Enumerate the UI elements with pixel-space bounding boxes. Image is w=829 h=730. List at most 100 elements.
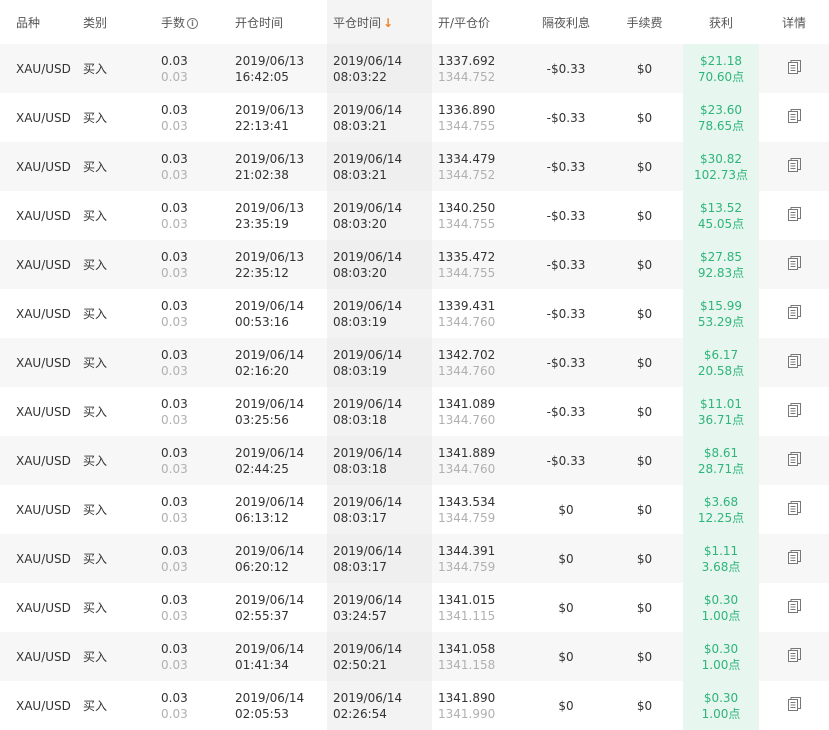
document-icon[interactable]: [787, 550, 801, 564]
header-price[interactable]: 开/平仓价: [432, 0, 526, 44]
details-cell: [759, 338, 829, 387]
profit-points-value: 102.73点: [694, 168, 748, 182]
symbol-value: XAU/USD: [16, 307, 71, 321]
document-icon[interactable]: [787, 697, 801, 711]
document-icon[interactable]: [787, 256, 801, 270]
details-cell: [759, 534, 829, 583]
header-profit[interactable]: 获利: [683, 0, 759, 44]
price-cell: 1343.534 1344.759: [432, 485, 526, 534]
lots-cell: 0.03 0.03: [147, 338, 221, 387]
header-open-time-label: 开仓时间: [235, 16, 284, 30]
profit-cell: $1.11 3.68点: [683, 534, 759, 583]
document-icon[interactable]: [787, 599, 801, 613]
type-value: 买入: [83, 601, 108, 615]
table-row[interactable]: XAU/USD 买入 0.03 0.03 2019/06/13 22:13:41 2…: [0, 93, 829, 142]
document-icon[interactable]: [787, 158, 801, 172]
header-type[interactable]: 类别: [74, 0, 147, 44]
table-row[interactable]: XAU/USD 买入 0.03 0.03 2019/06/14 01:41:34 2…: [0, 632, 829, 681]
close-price-value: 1344.760: [438, 364, 496, 378]
close-time-value: 02:50:21: [333, 658, 387, 672]
swap-value: -$0.33: [546, 62, 586, 76]
type-cell: 买入: [74, 436, 147, 485]
profit-points-value: 1.00点: [701, 658, 741, 672]
open-price-value: 1341.058: [438, 642, 496, 656]
close-time-cell: 2019/06/14 02:50:21: [327, 632, 432, 681]
header-close-time-label: 平仓时间: [333, 16, 382, 30]
document-icon[interactable]: [787, 60, 801, 74]
table-row[interactable]: XAU/USD 买入 0.03 0.03 2019/06/14 02:55:37 2…: [0, 583, 829, 632]
table-row[interactable]: XAU/USD 买入 0.03 0.03 2019/06/14 02:05:53 2…: [0, 681, 829, 730]
open-price-value: 1339.431: [438, 299, 496, 313]
header-fee[interactable]: 手续费: [606, 0, 683, 44]
table-row[interactable]: XAU/USD 买入 0.03 0.03 2019/06/13 22:35:12 2…: [0, 240, 829, 289]
document-icon[interactable]: [787, 109, 801, 123]
profit-value: $21.18: [700, 54, 742, 68]
document-icon[interactable]: [787, 354, 801, 368]
type-value: 买入: [83, 503, 108, 517]
table-row[interactable]: XAU/USD 买入 0.03 0.03 2019/06/14 06:13:12 2…: [0, 485, 829, 534]
header-open-time[interactable]: 开仓时间: [221, 0, 327, 44]
table-row[interactable]: XAU/USD 买入 0.03 0.03 2019/06/14 03:25:56 2…: [0, 387, 829, 436]
fee-cell: $0: [606, 681, 683, 730]
profit-cell: $8.61 28.71点: [683, 436, 759, 485]
type-value: 买入: [83, 552, 108, 566]
header-swap[interactable]: 隔夜利息: [526, 0, 606, 44]
open-time-value: 02:44:25: [235, 462, 289, 476]
lots-open-value: 0.03: [161, 691, 188, 705]
swap-value: $0: [558, 699, 574, 713]
document-icon[interactable]: [787, 452, 801, 466]
lots-cell: 0.03 0.03: [147, 191, 221, 240]
open-date-value: 2019/06/14: [235, 348, 305, 362]
close-price-value: 1344.760: [438, 413, 496, 427]
fee-cell: $0: [606, 240, 683, 289]
trade-history-table: 品种 类别 手数 i 开仓时间 平仓时间 ↓ 开/平仓价 隔夜利息 手续费 获利 详…: [0, 0, 829, 730]
document-icon[interactable]: [787, 305, 801, 319]
open-time-value: 06:20:12: [235, 560, 289, 574]
document-icon[interactable]: [787, 648, 801, 662]
header-symbol[interactable]: 品种: [0, 0, 74, 44]
lots-cell: 0.03 0.03: [147, 142, 221, 191]
open-date-value: 2019/06/14: [235, 299, 305, 313]
price-cell: 1341.889 1344.760: [432, 436, 526, 485]
table-row[interactable]: XAU/USD 买入 0.03 0.03 2019/06/14 02:44:25 2…: [0, 436, 829, 485]
close-time-cell: 2019/06/14 08:03:18: [327, 436, 432, 485]
open-time-value: 22:35:12: [235, 266, 289, 280]
lots-open-value: 0.03: [161, 397, 188, 411]
table-row[interactable]: XAU/USD 买入 0.03 0.03 2019/06/13 16:42:05 2…: [0, 44, 829, 93]
document-icon[interactable]: [787, 207, 801, 221]
open-price-value: 1341.889: [438, 446, 496, 460]
table-row[interactable]: XAU/USD 买入 0.03 0.03 2019/06/14 06:20:12 2…: [0, 534, 829, 583]
profit-points-value: 1.00点: [701, 707, 741, 721]
symbol-cell: XAU/USD: [0, 191, 74, 240]
header-lots[interactable]: 手数 i: [147, 0, 221, 44]
header-close-time[interactable]: 平仓时间 ↓: [327, 0, 432, 44]
fee-cell: $0: [606, 485, 683, 534]
document-icon[interactable]: [787, 403, 801, 417]
fee-value: $0: [636, 405, 653, 419]
table-row[interactable]: XAU/USD 买入 0.03 0.03 2019/06/13 23:35:19 2…: [0, 191, 829, 240]
open-date-value: 2019/06/13: [235, 54, 305, 68]
open-price-value: 1341.015: [438, 593, 496, 607]
table-row[interactable]: XAU/USD 买入 0.03 0.03 2019/06/13 21:02:38 2…: [0, 142, 829, 191]
lots-open-value: 0.03: [161, 446, 188, 460]
close-time-cell: 2019/06/14 08:03:19: [327, 289, 432, 338]
swap-value: $0: [558, 601, 574, 615]
lots-cell: 0.03 0.03: [147, 289, 221, 338]
open-time-value: 22:13:41: [235, 119, 289, 133]
info-icon[interactable]: i: [187, 18, 199, 29]
open-price-value: 1341.089: [438, 397, 496, 411]
fee-value: $0: [636, 601, 653, 615]
price-cell: 1340.250 1344.755: [432, 191, 526, 240]
table-row[interactable]: XAU/USD 买入 0.03 0.03 2019/06/14 00:53:16 2…: [0, 289, 829, 338]
open-time-cell: 2019/06/13 23:35:19: [221, 191, 327, 240]
document-icon[interactable]: [787, 501, 801, 515]
lots-cell: 0.03 0.03: [147, 436, 221, 485]
table-row[interactable]: XAU/USD 买入 0.03 0.03 2019/06/14 02:16:20 2…: [0, 338, 829, 387]
open-time-value: 21:02:38: [235, 168, 289, 182]
symbol-cell: XAU/USD: [0, 485, 74, 534]
open-date-value: 2019/06/14: [235, 642, 305, 656]
open-date-value: 2019/06/13: [235, 152, 305, 166]
close-price-value: 1341.158: [438, 658, 496, 672]
profit-cell: $3.68 12.25点: [683, 485, 759, 534]
open-time-cell: 2019/06/14 01:41:34: [221, 632, 327, 681]
